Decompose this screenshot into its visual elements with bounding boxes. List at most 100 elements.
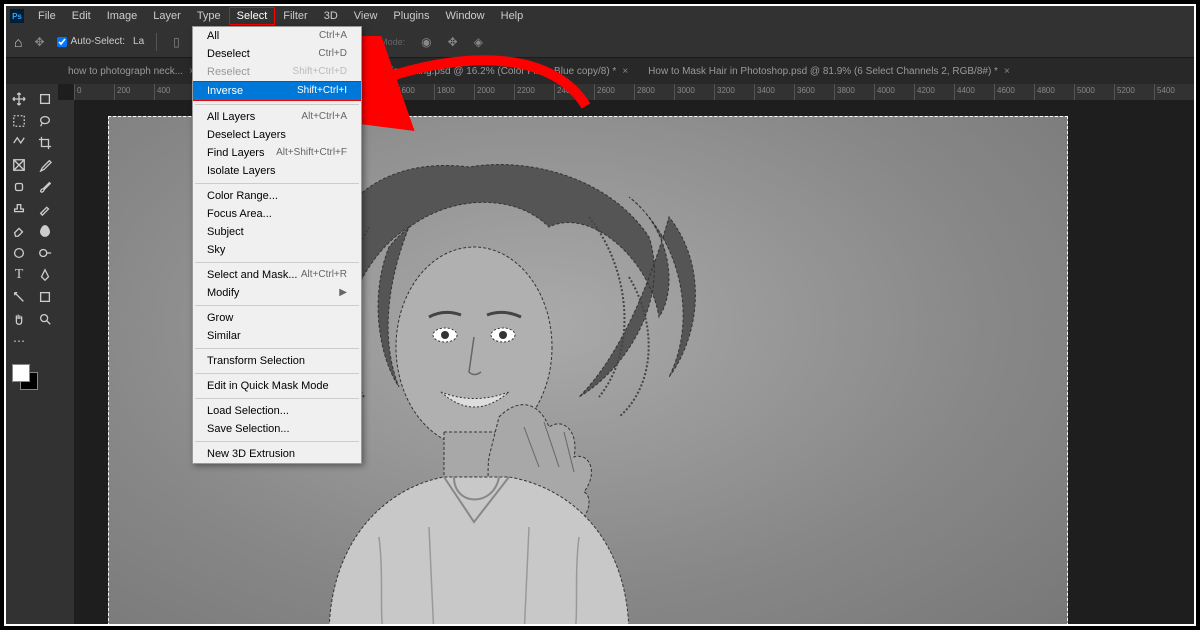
menu-item-all[interactable]: AllCtrl+A: [193, 27, 361, 45]
eraser-tool-icon[interactable]: [6, 220, 32, 242]
menu-select[interactable]: Select: [229, 7, 276, 25]
healing-tool-icon[interactable]: [6, 176, 32, 198]
auto-select-input[interactable]: [57, 37, 67, 47]
menu-item-subject[interactable]: Subject: [193, 223, 361, 241]
menu-item-save-selection[interactable]: Save Selection...: [193, 420, 361, 438]
menu-shortcut: Alt+Shift+Ctrl+F: [276, 147, 347, 159]
menu-help[interactable]: Help: [493, 7, 532, 25]
stamp-tool-icon[interactable]: [6, 198, 32, 220]
move-tool-icon[interactable]: [6, 88, 32, 110]
menu-item-label: Edit in Quick Mask Mode: [207, 380, 329, 392]
crop-tool-icon[interactable]: [32, 132, 58, 154]
menu-item-transform-selection[interactable]: Transform Selection: [193, 352, 361, 370]
blur-tool-icon[interactable]: [6, 242, 32, 264]
menu-item-label: Load Selection...: [207, 405, 289, 417]
menu-item-focus-area[interactable]: Focus Area...: [193, 205, 361, 223]
frame-tool-icon[interactable]: [6, 154, 32, 176]
ruler-mark: 4000: [874, 84, 914, 100]
path-tool-icon[interactable]: [6, 286, 32, 308]
ruler-mark: 3800: [834, 84, 874, 100]
gradient-tool-icon[interactable]: [32, 220, 58, 242]
menu-3d[interactable]: 3D: [316, 7, 346, 25]
pen-tool-icon[interactable]: [32, 264, 58, 286]
close-tab-icon[interactable]: ×: [1004, 66, 1010, 77]
menu-item-label: Color Range...: [207, 190, 278, 202]
color-swatches[interactable]: [12, 364, 42, 394]
menu-item-edit-in-quick-mask-mode[interactable]: Edit in Quick Mask Mode: [193, 377, 361, 395]
more-tools-icon[interactable]: ⋯: [6, 330, 32, 352]
zoom-tool-icon[interactable]: [32, 308, 58, 330]
menu-item-sky[interactable]: Sky: [193, 241, 361, 259]
menu-item-deselect-layers[interactable]: Deselect Layers: [193, 126, 361, 144]
type-tool-icon[interactable]: T: [6, 264, 32, 286]
hand-tool-icon[interactable]: [6, 308, 32, 330]
3d-icon[interactable]: ◈: [470, 35, 487, 49]
ruler-mark: 2400: [554, 84, 594, 100]
menu-item-label: Subject: [207, 226, 244, 238]
menu-file[interactable]: File: [30, 7, 64, 25]
lasso-tool-icon[interactable]: [32, 110, 58, 132]
ruler-mark: 2800: [634, 84, 674, 100]
eyedropper-tool-icon[interactable]: [32, 154, 58, 176]
menu-plugins[interactable]: Plugins: [385, 7, 437, 25]
menu-item-label: Deselect: [207, 48, 250, 60]
menu-item-new-3d-extrusion[interactable]: New 3D Extrusion: [193, 445, 361, 463]
menu-type[interactable]: Type: [189, 7, 229, 25]
ruler-mark: 1600: [394, 84, 434, 100]
menu-shortcut: Ctrl+D: [318, 48, 347, 60]
document-tab[interactable]: How to Mask Hair in Photoshop.psd @ 81.9…: [638, 60, 1020, 83]
menu-item-label: Modify: [207, 287, 239, 299]
menu-shortcut: Ctrl+A: [319, 30, 347, 42]
menu-item-label: New 3D Extrusion: [207, 448, 295, 460]
menu-image[interactable]: Image: [99, 7, 146, 25]
menu-item-deselect[interactable]: Deselect Ctrl+D: [193, 45, 361, 63]
separator: [156, 33, 157, 51]
dodge-tool-icon[interactable]: [32, 242, 58, 264]
menu-item-label: Deselect Layers: [207, 129, 286, 141]
3d-icon[interactable]: ◉: [417, 35, 435, 49]
menu-item-label: Find Layers: [207, 147, 264, 159]
ruler-mark: 2600: [594, 84, 634, 100]
menu-item-isolate-layers[interactable]: Isolate Layers: [193, 162, 361, 180]
shape-tool-icon[interactable]: [32, 286, 58, 308]
history-brush-icon[interactable]: [32, 198, 58, 220]
document-tab[interactable]: how to photograph neck...×: [58, 60, 205, 83]
artboard-tool-icon[interactable]: [32, 88, 58, 110]
tab-title: How to Mask Hair in Photoshop.psd @ 81.9…: [648, 66, 998, 77]
layer-dropdown-label[interactable]: La: [133, 36, 144, 47]
menu-item-label: Grow: [207, 312, 233, 324]
home-icon[interactable]: ⌂: [14, 34, 22, 50]
menu-item-inverse[interactable]: InverseShift+Ctrl+I: [193, 81, 361, 101]
menu-separator: [195, 441, 359, 442]
selection-tool-icon[interactable]: [6, 132, 32, 154]
menu-edit[interactable]: Edit: [64, 7, 99, 25]
menu-item-similar[interactable]: Similar: [193, 327, 361, 345]
foreground-color-swatch[interactable]: [12, 364, 30, 382]
menu-shortcut: Shift+Ctrl+I: [297, 85, 347, 97]
auto-select-checkbox[interactable]: Auto-Select:: [57, 36, 125, 47]
menu-item-color-range[interactable]: Color Range...: [193, 187, 361, 205]
ruler-mark: 0: [74, 84, 114, 100]
3d-icon[interactable]: ✥: [444, 35, 462, 49]
menu-layer[interactable]: Layer: [145, 7, 189, 25]
menu-filter[interactable]: Filter: [275, 7, 315, 25]
menu-item-label: Sky: [207, 244, 225, 256]
ruler-mark: 4200: [914, 84, 954, 100]
align-left-icon[interactable]: ▯: [169, 35, 184, 49]
menu-item-all-layers[interactable]: All LayersAlt+Ctrl+A: [193, 108, 361, 126]
menu-item-grow[interactable]: Grow: [193, 309, 361, 327]
menu-shortcut: Shift+Ctrl+D: [293, 66, 347, 78]
marquee-tool-icon[interactable]: [6, 110, 32, 132]
menu-item-label: Focus Area...: [207, 208, 272, 220]
brush-tool-icon[interactable]: [32, 176, 58, 198]
menu-window[interactable]: Window: [438, 7, 493, 25]
close-tab-icon[interactable]: ×: [622, 66, 628, 77]
menu-item-find-layers[interactable]: Find Layers Alt+Shift+Ctrl+F: [193, 144, 361, 162]
photoshop-window: Ps FileEditImageLayerTypeSelectFilter3DV…: [4, 4, 1196, 626]
menu-item-select-and-mask[interactable]: Select and Mask...Alt+Ctrl+R: [193, 266, 361, 284]
menu-item-load-selection[interactable]: Load Selection...: [193, 402, 361, 420]
menu-view[interactable]: View: [346, 7, 386, 25]
menu-item-modify[interactable]: Modify▶: [193, 284, 361, 302]
ruler-mark: 4400: [954, 84, 994, 100]
menu-item-label: Similar: [207, 330, 241, 342]
